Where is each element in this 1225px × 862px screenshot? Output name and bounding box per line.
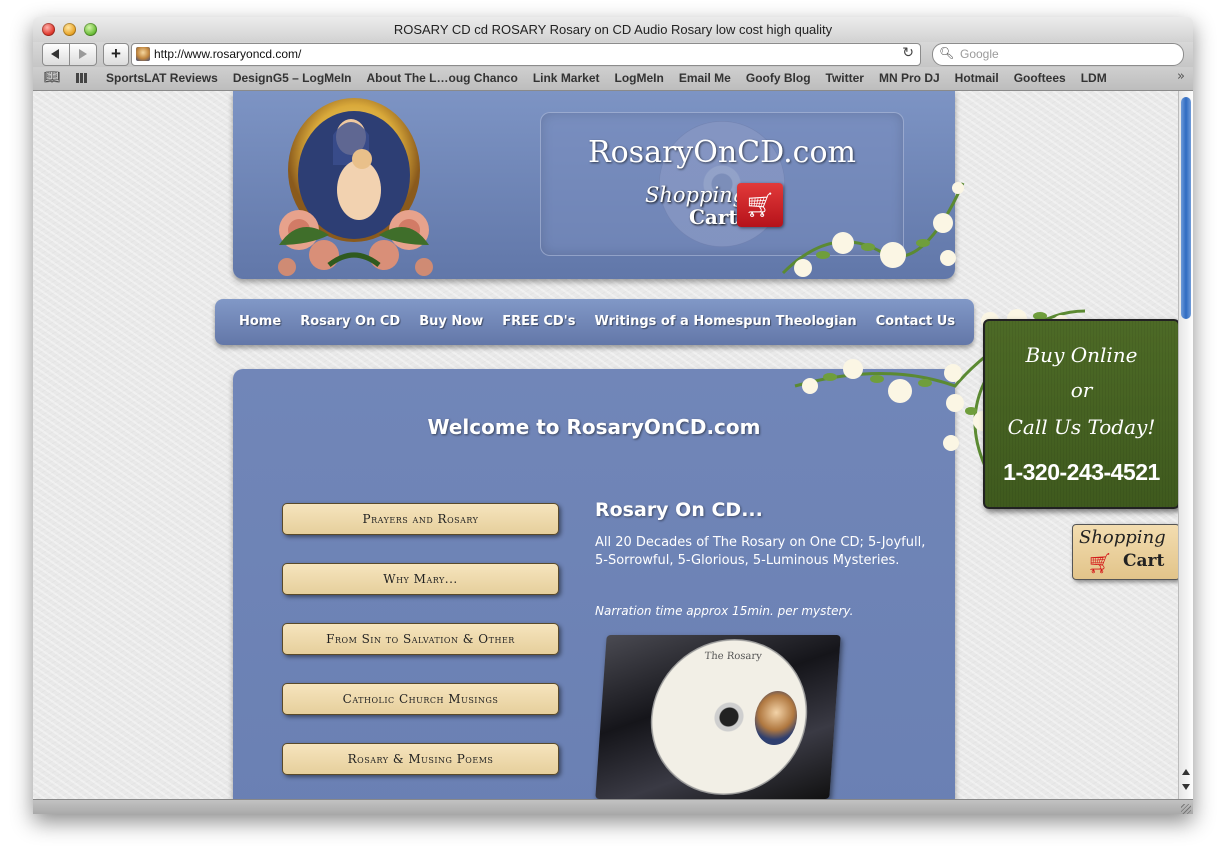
nav-separator bbox=[69, 44, 70, 65]
product-description: All 20 Decades of The Rosary on One CD; … bbox=[595, 535, 926, 568]
bookmark-item[interactable]: SportsLAT Reviews bbox=[106, 71, 218, 85]
status-bar bbox=[33, 799, 1193, 814]
phone-number: 1-320-243-4521 bbox=[1003, 459, 1160, 485]
scroll-down-arrow-icon[interactable] bbox=[1182, 784, 1190, 790]
site-logo-text[interactable]: RosaryOnCD.com bbox=[541, 135, 903, 170]
address-bar[interactable]: http://www.rosaryoncd.com/ ↻ bbox=[131, 43, 921, 66]
bookmark-item[interactable]: Link Market bbox=[533, 71, 600, 85]
logo-shopping-text[interactable]: Shopping bbox=[645, 183, 746, 207]
call-us-text: Call Us Today! bbox=[1007, 415, 1156, 439]
bookmark-item[interactable]: Goofy Blog bbox=[746, 71, 811, 85]
forward-button[interactable] bbox=[79, 49, 87, 59]
menu-button[interactable]: Why Mary... bbox=[282, 563, 559, 595]
buy-online-panel[interactable]: Buy Online or Call Us Today! 1-320-243-4… bbox=[983, 319, 1178, 509]
window-title: ROSARY CD cd ROSARY Rosary on CD Audio R… bbox=[393, 22, 833, 37]
side-cart-shopping-text: Shopping bbox=[1079, 527, 1166, 548]
content-panel: Welcome to RosaryOnCD.com Prayers and Ro… bbox=[233, 369, 955, 799]
product-title: Rosary On CD... bbox=[595, 499, 763, 521]
back-forward-group bbox=[42, 43, 97, 66]
nav-items: Home Rosary On CD Buy Now FREE CD's Writings… bbox=[239, 314, 974, 329]
search-icon[interactable]: 🔍︎ bbox=[939, 46, 954, 60]
site-header: RosaryOnCD.com Shopping Cart 🛒︎ bbox=[233, 91, 955, 279]
bookmark-item[interactable]: LDM bbox=[1081, 71, 1107, 85]
bookmark-item[interactable]: Hotmail bbox=[955, 71, 999, 85]
bookmark-item[interactable]: Twitter bbox=[826, 71, 864, 85]
menu-button[interactable]: Prayers and Rosary bbox=[282, 503, 559, 535]
nav-link[interactable]: Home bbox=[239, 314, 281, 329]
cart-icon: 🛒︎ bbox=[1087, 551, 1113, 575]
menu-button[interactable]: From Sin to Salvation & Other bbox=[282, 623, 559, 655]
menu-button[interactable]: Rosary & Musing Poems bbox=[282, 743, 559, 775]
site-favicon-icon bbox=[136, 47, 150, 61]
nav-link[interactable]: Contact Us bbox=[876, 314, 955, 329]
browser-window: ROSARY CD cd ROSARY Rosary on CD Audio R… bbox=[33, 17, 1193, 814]
madonna-with-roses-image bbox=[278, 98, 433, 276]
product-note: Narration time approx 15min. per mystery… bbox=[595, 604, 854, 618]
logo-box[interactable]: RosaryOnCD.com Shopping Cart 🛒︎ bbox=[540, 112, 904, 256]
side-cart-cart-text: Cart bbox=[1123, 551, 1165, 571]
search-field[interactable]: 🔍︎ Google bbox=[932, 43, 1184, 66]
bookmark-item[interactable]: MN Pro DJ bbox=[879, 71, 940, 85]
shopping-cart-icon[interactable]: 🛒︎ bbox=[737, 183, 783, 227]
top-sites-grid-icon[interactable] bbox=[76, 73, 88, 83]
add-bookmark-button[interactable]: + bbox=[103, 43, 129, 66]
url-text[interactable]: http://www.rosaryoncd.com/ bbox=[154, 47, 301, 61]
bookmark-item[interactable]: Email Me bbox=[679, 71, 731, 85]
bookmark-items: SportsLAT Reviews DesignG5 – LogMeIn About… bbox=[106, 71, 1122, 85]
bookmark-item[interactable]: DesignG5 – LogMeIn bbox=[233, 71, 352, 85]
buy-online-text: Buy Online bbox=[1025, 343, 1138, 367]
nav-link[interactable]: Buy Now bbox=[419, 314, 483, 329]
bookmark-item[interactable]: Gooftees bbox=[1014, 71, 1066, 85]
bookmarks-book-icon[interactable]: 📖︎ bbox=[44, 70, 61, 85]
nav-link[interactable]: FREE CD's bbox=[502, 314, 575, 329]
logo-cart-text[interactable]: Cart bbox=[689, 205, 738, 229]
rosary-cd-image[interactable]: The Rosary bbox=[595, 635, 841, 799]
page-viewport: RosaryOnCD.com Shopping Cart 🛒︎ Home Rosa… bbox=[33, 91, 1178, 799]
scroll-up-arrow-icon[interactable] bbox=[1182, 769, 1190, 775]
browser-toolbar: + http://www.rosaryoncd.com/ ↻ 🔍︎ Google bbox=[33, 42, 1193, 67]
cd-label: The Rosary bbox=[704, 651, 763, 662]
scrollbar-thumb[interactable] bbox=[1181, 97, 1191, 319]
side-shopping-cart-button[interactable]: Shopping 🛒︎ Cart bbox=[1072, 524, 1178, 580]
bookmark-item[interactable]: LogMeIn bbox=[615, 71, 664, 85]
menu-button[interactable]: Catholic Church Musings bbox=[282, 683, 559, 715]
welcome-heading: Welcome to RosaryOnCD.com bbox=[427, 415, 761, 439]
title-bar: ROSARY CD cd ROSARY Rosary on CD Audio R… bbox=[33, 17, 1193, 42]
main-nav-bar: Home Rosary On CD Buy Now FREE CD's Writings… bbox=[215, 299, 974, 345]
cd-disc: The Rosary bbox=[645, 639, 813, 795]
back-button[interactable] bbox=[51, 49, 59, 59]
search-placeholder[interactable]: Google bbox=[960, 47, 999, 61]
bookmark-item[interactable]: About The L…oug Chanco bbox=[367, 71, 518, 85]
nav-link[interactable]: Writings of a Homespun Theologian bbox=[594, 314, 856, 329]
cd-portrait-image bbox=[753, 691, 799, 745]
resize-grip-icon[interactable] bbox=[1181, 804, 1191, 814]
reload-icon[interactable]: ↻ bbox=[902, 45, 914, 61]
buy-or-text: or bbox=[1070, 378, 1093, 402]
bookmarks-bar: 📖︎ SportsLAT Reviews DesignG5 – LogMeIn Ab… bbox=[33, 67, 1193, 91]
vertical-scrollbar[interactable] bbox=[1178, 91, 1193, 799]
nav-link[interactable]: Rosary On CD bbox=[300, 314, 400, 329]
more-bookmarks-chevron-icon[interactable]: » bbox=[1177, 69, 1185, 84]
